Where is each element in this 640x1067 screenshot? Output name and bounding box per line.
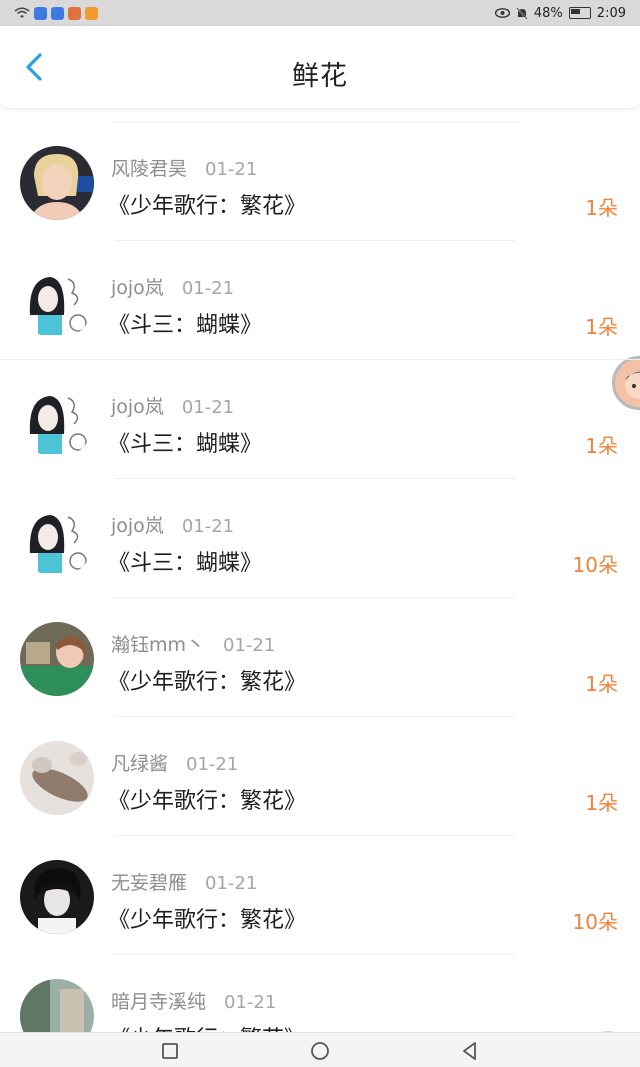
user-avatar-image	[20, 860, 94, 934]
work-title[interactable]: 《斗三：蝴蝶》	[108, 426, 262, 458]
sender-name: 瀚钰mm丶	[111, 634, 206, 656]
sender-line: 风陵君昊 01-21	[111, 154, 257, 181]
sender-name: 暗月寺溪纯	[111, 991, 207, 1013]
sender-name: 无妄碧雁	[111, 872, 188, 894]
battery-percent: 48%	[533, 5, 563, 21]
avatar[interactable]	[20, 503, 94, 577]
user-avatar-image	[20, 384, 94, 458]
app-notification-icon	[34, 6, 47, 20]
avatar[interactable]	[20, 860, 94, 934]
list-item[interactable]: 瀚钰mm丶 01-21 《少年歌行：繁花》 1朵	[0, 598, 640, 717]
list-item[interactable]: 无妄碧雁 01-21 《少年歌行：繁花》 10朵	[0, 836, 640, 955]
list-item[interactable]: 凡绿酱 01-21 《少年歌行：繁花》 1朵	[0, 717, 640, 836]
wifi-icon	[14, 7, 30, 18]
circle-icon	[311, 1042, 329, 1060]
flower-count: 1朵	[585, 791, 618, 815]
system-navigation-bar	[0, 1032, 640, 1067]
sender-line: 暗月寺溪纯 01-21	[111, 987, 276, 1014]
user-avatar-image	[20, 265, 94, 339]
sender-name: jojo岚	[111, 515, 164, 537]
list-item[interactable]: 风陵君昊 01-21 《少年歌行：繁花》 1朵	[0, 122, 640, 241]
sender-line: jojo岚 01-21	[111, 392, 234, 419]
list-item[interactable]: jojo岚 01-21 《斗三：蝴蝶》 10朵	[0, 479, 640, 598]
flower-count: 10朵	[572, 553, 618, 577]
gift-date: 01-21	[224, 992, 277, 1013]
user-avatar-image	[20, 503, 94, 577]
gift-date: 01-21	[186, 754, 239, 775]
nav-back-button[interactable]	[458, 1039, 482, 1063]
list-item[interactable]: jojo岚 01-21 《斗三：蝴蝶》 1朵	[0, 241, 640, 360]
user-avatar-image	[20, 146, 94, 220]
flower-count: 1朵	[585, 672, 618, 696]
gift-date: 01-21	[223, 635, 276, 656]
sender-name: 凡绿酱	[111, 753, 169, 775]
avatar[interactable]	[20, 622, 94, 696]
recent-apps-button[interactable]	[158, 1039, 182, 1063]
status-left	[14, 6, 98, 20]
avatar[interactable]	[20, 741, 94, 815]
app-notification-icon	[51, 6, 64, 20]
header: 鲜花	[0, 26, 640, 109]
avatar[interactable]	[20, 384, 94, 458]
eye-icon	[494, 8, 510, 18]
user-avatar-image	[20, 741, 94, 815]
page-title: 鲜花	[292, 61, 348, 92]
flower-count: 10朵	[572, 910, 618, 934]
sender-line: jojo岚 01-21	[111, 273, 234, 300]
sender-line: 凡绿酱 01-21	[111, 749, 238, 776]
flower-gift-list: 风陵君昊 01-21 《少年歌行：繁花》 1朵 jojo岚 01-21 《斗三：…	[0, 122, 640, 1067]
sender-name: 风陵君昊	[111, 158, 188, 180]
gift-date: 01-21	[181, 397, 235, 418]
flower-count: 1朵	[585, 434, 618, 458]
list-item[interactable]: jojo岚 01-21 《斗三：蝴蝶》 1朵	[0, 360, 640, 479]
avatar[interactable]	[20, 265, 94, 339]
play-app-icon	[85, 6, 98, 20]
work-title[interactable]: 《少年歌行：繁花》	[108, 188, 306, 220]
work-title[interactable]: 《斗三：蝴蝶》	[108, 545, 262, 577]
flower-count: 1朵	[585, 315, 618, 339]
work-title[interactable]: 《少年歌行：繁花》	[108, 783, 306, 815]
avatar[interactable]	[20, 146, 94, 220]
user-avatar-image	[20, 622, 94, 696]
gift-date: 01-21	[181, 278, 235, 299]
app-notification-icon	[68, 6, 81, 20]
battery-icon	[568, 7, 591, 19]
sender-name: jojo岚	[111, 277, 164, 299]
sender-name: jojo岚	[111, 396, 164, 418]
work-title[interactable]: 《少年歌行：繁花》	[108, 902, 306, 934]
status-right: 48% 2:09	[494, 5, 626, 21]
sender-line: 瀚钰mm丶 01-21	[111, 630, 275, 657]
app-root: 48% 2:09 鲜花 风陵君昊 01-21 《少年歌行：繁花》 1朵 jojo…	[0, 0, 640, 1067]
home-button[interactable]	[308, 1039, 332, 1063]
triangle-left-icon	[463, 1042, 476, 1060]
square-icon	[162, 1043, 178, 1059]
sender-line: 无妄碧雁 01-21	[111, 868, 257, 895]
mute-bell-icon	[516, 6, 528, 20]
status-bar: 48% 2:09	[0, 0, 640, 26]
sender-line: jojo岚 01-21	[111, 511, 234, 538]
clock: 2:09	[596, 5, 626, 21]
gift-date: 01-21	[205, 159, 258, 180]
work-title[interactable]: 《少年歌行：繁花》	[108, 664, 306, 696]
work-title[interactable]: 《斗三：蝴蝶》	[108, 307, 262, 339]
gift-date: 01-21	[181, 516, 235, 537]
flower-count: 1朵	[585, 196, 618, 220]
gift-date: 01-21	[205, 873, 258, 894]
